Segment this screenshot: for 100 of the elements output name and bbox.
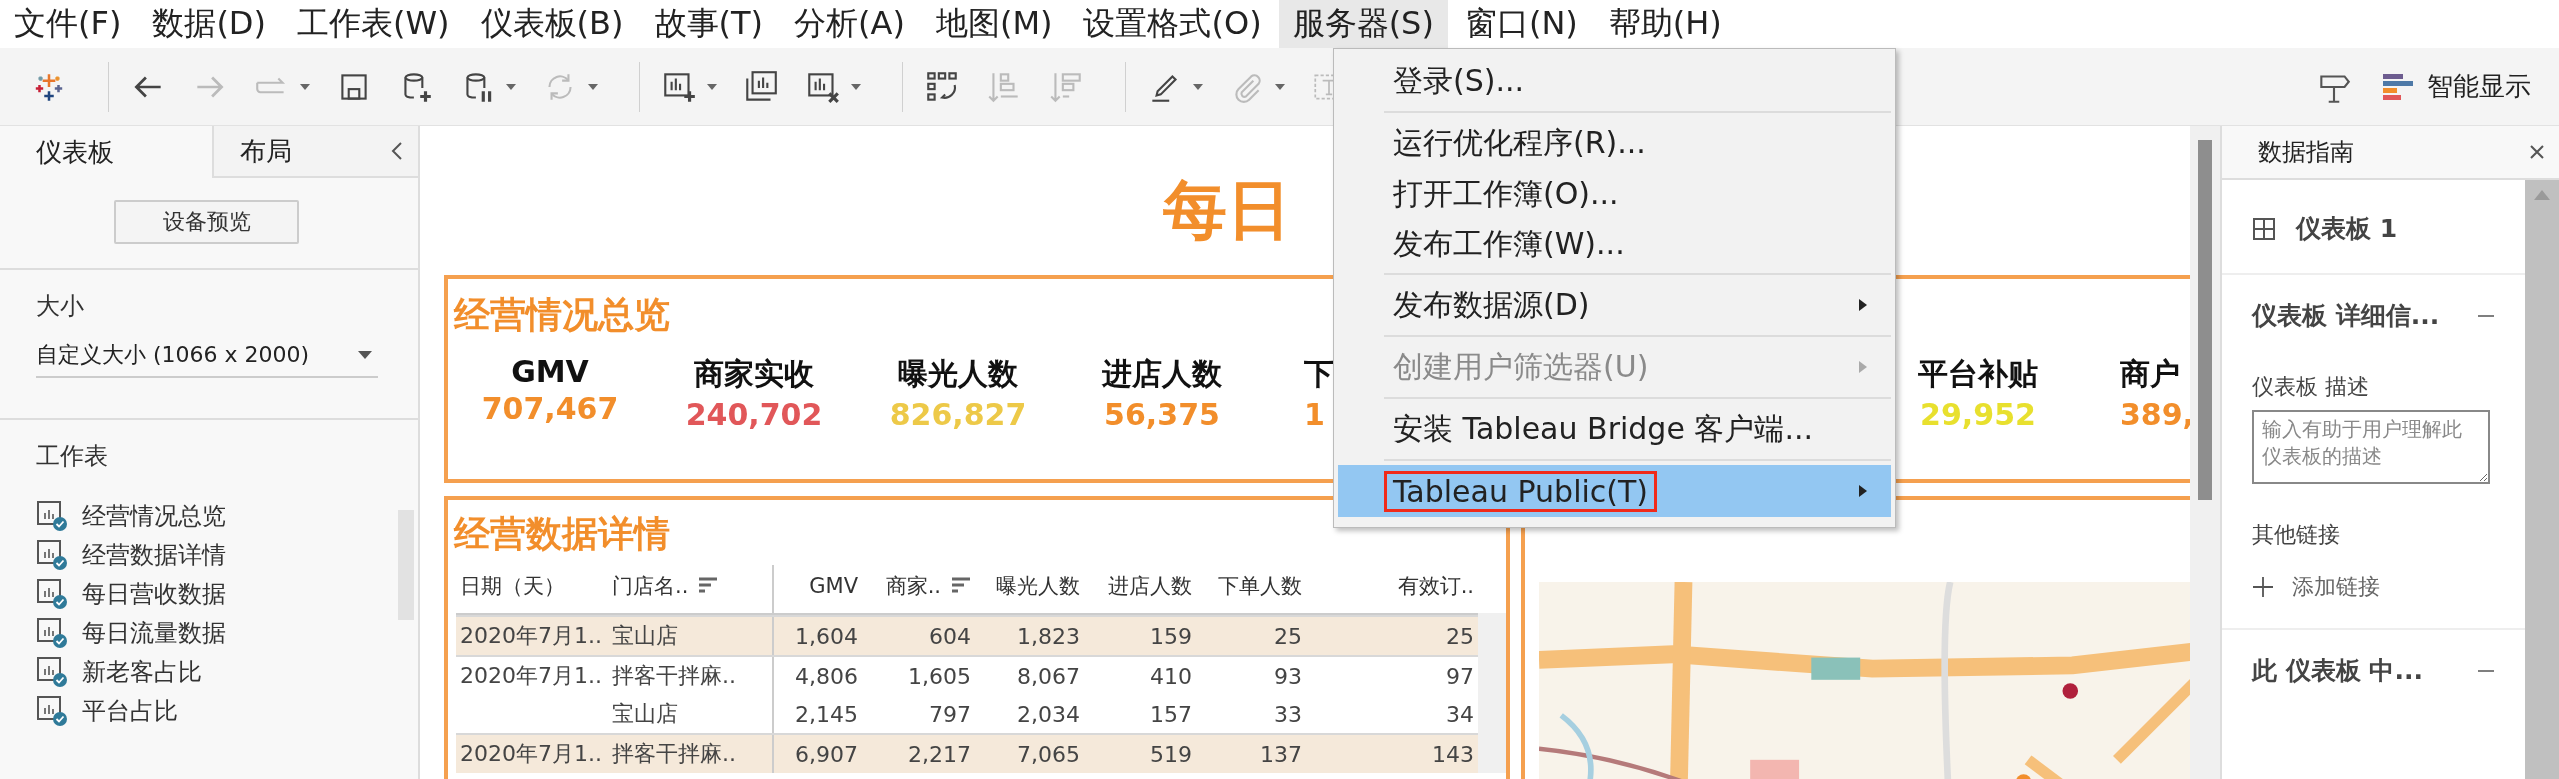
device-preview-button[interactable]: 设备预览 [114,200,299,244]
column-header[interactable]: 曝光人数 [975,565,1084,613]
description-label: 仪表板 描述 [2252,373,2370,401]
table-cell: 519 [1150,741,1192,767]
caret-icon[interactable] [1192,82,1204,91]
table-cell: 2,034 [1017,701,1080,727]
kpi-label: 平台补贴 [1918,355,2038,393]
sort-icon[interactable] [698,577,719,595]
table-cell-text: 宝山店 [612,700,678,728]
panel-tab[interactable]: 仪表板 [0,126,213,178]
table-cell: 1,605 [908,663,971,689]
menu-item[interactable]: 帮助(H) [1594,0,1736,48]
column-header[interactable]: 商家.. [862,565,975,613]
sheet-check-icon [36,539,68,571]
kpi-label: 商户 [2120,355,2180,393]
collapse-chevron-icon[interactable] [390,140,404,162]
kpi-value: 240,702 [685,397,823,432]
table-cell-text: 2020年7月1.. [460,662,602,690]
column-header[interactable]: 门店名.. [608,565,774,613]
grid-icon [2252,216,2276,241]
sheet-check-icon [36,656,68,688]
menu-item[interactable]: 打开工作簿(O)... [1338,169,1891,219]
sheet-item[interactable]: 经营情况总览 [36,500,356,532]
add-link-button[interactable]: 添加链接 [2252,572,2432,602]
panel-title: 经营情况总览 [454,293,670,337]
table-cell-text: 拌客干拌麻.. [612,662,736,690]
menu-item[interactable]: 窗口(N) [1450,0,1592,48]
kpi-value: 826,827 [889,397,1027,432]
column-header[interactable]: 进店人数 [1084,565,1196,613]
menu-item[interactable]: 服务器(S) [1278,0,1448,48]
menu-item[interactable]: 发布工作簿(W)... [1338,219,1891,269]
table-cell: 157 [1150,701,1192,727]
sheet-item[interactable]: 经营数据详情 [36,539,356,571]
caret-icon[interactable] [505,82,517,91]
table-cell: 33 [1274,701,1302,727]
table-cell: 797 [929,701,971,727]
caret-icon[interactable] [706,82,718,91]
caret-icon[interactable] [850,82,862,91]
menu-item[interactable]: 数据(D) [138,0,280,48]
panel-title: 经营数据详情 [454,512,670,556]
size-label: 大小 [36,291,85,322]
sheet-item[interactable]: 新老客占比 [36,656,356,688]
panel-title: 数据指南 [2258,137,2354,168]
table-cell: 2,217 [908,741,971,767]
table-cell: 410 [1150,663,1192,689]
kpi-value: 1 [1304,397,1325,432]
column-header[interactable]: GMV [774,565,862,613]
menu-item[interactable]: Tableau Public(T) [1338,465,1891,517]
scrollbar[interactable] [2525,180,2559,779]
sheet-item[interactable]: 每日流量数据 [36,617,356,649]
sheet-check-icon [36,500,68,532]
menu-item[interactable]: 安装 Tableau Bridge 客户端... [1338,403,1891,455]
column-header[interactable]: 日期（天） [456,565,608,613]
menu-item[interactable]: 运行优化程序(R)... [1338,117,1891,169]
table-cell: 1,604 [795,623,858,649]
table-cell: 25 [1274,623,1302,649]
table-cell-text: 2020年7月1.. [460,740,602,768]
description-field[interactable]: 输入有助于用户理解此仪表板的描述 [2252,410,2490,484]
table-cell: 8,067 [1017,663,1080,689]
sheet-check-icon [36,617,68,649]
menu-item[interactable]: 设置格式(O) [1069,0,1276,48]
kpi-value: 56,375 [1104,397,1220,432]
sheet-item[interactable]: 每日营收数据 [36,578,356,610]
kpi-label: GMV [511,354,589,389]
column-header[interactable]: 下单人数 [1196,565,1306,613]
kpi-value: 707,467 [481,391,619,426]
kpi-label: 曝光人数 [898,355,1018,393]
table-cell: 4,806 [795,663,858,689]
table-cell: 137 [1260,741,1302,767]
menu-item[interactable]: 仪表板(B) [466,0,638,48]
menu-item[interactable]: 发布数据源(D) [1338,279,1891,331]
table-cell: 25 [1446,623,1474,649]
links-label: 其他链接 [2252,521,2341,549]
menu-item[interactable]: 故事(T) [640,0,778,48]
scrollbar[interactable] [2198,140,2212,500]
section-title: 仪表板 详细信... [2252,300,2440,332]
menu-item[interactable]: 工作表(W) [283,0,464,48]
caret-icon[interactable] [358,351,372,359]
close-icon[interactable] [2529,144,2545,160]
menu-item[interactable]: 地图(M) [921,0,1067,48]
menu-item[interactable]: 登录(S)... [1338,55,1891,107]
sheet-check-icon [36,695,68,727]
show-me-button[interactable]: 智能显示 [2377,65,2535,108]
section-title: 此 仪表板 中... [2252,655,2423,687]
menu-item[interactable]: 分析(A) [780,0,919,48]
sort-icon[interactable] [951,577,971,595]
table-cell: 159 [1150,623,1192,649]
menu-item[interactable]: 文件(F) [0,0,136,48]
table-cell: 97 [1446,663,1474,689]
kpi-label: 商家实收 [694,355,814,393]
panel-tab[interactable]: 布局 [212,126,418,178]
sheet-check-icon [36,578,68,610]
size-dropdown[interactable]: 自定义大小 (1066 x 2000) [36,336,378,378]
table-cell: 2,145 [795,701,858,727]
column-header[interactable]: 有效订.. [1306,565,1478,613]
sheet-item[interactable]: 平台占比 [36,695,356,727]
table-cell: 6,907 [795,741,858,767]
kpi-label: 进店人数 [1102,355,1222,393]
table-cell-text: 拌客干拌麻.. [612,740,736,768]
table-cell: 604 [929,623,971,649]
